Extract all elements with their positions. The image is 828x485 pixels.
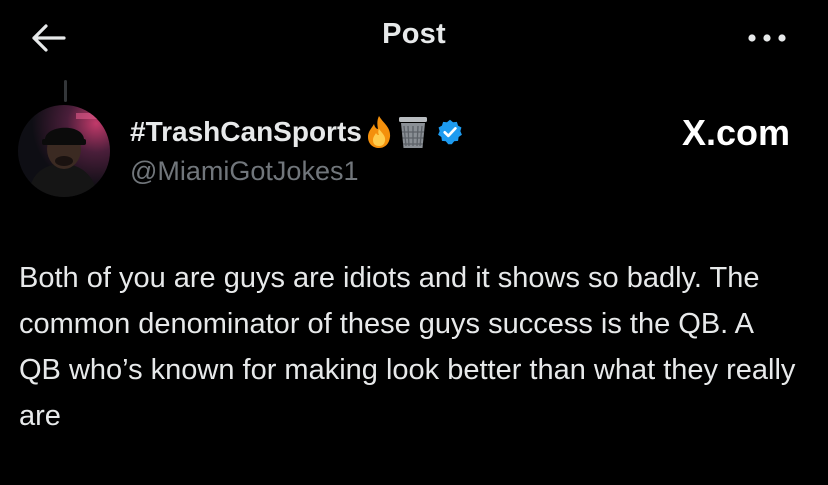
source-watermark: X.com (681, 112, 790, 153)
author-name-row: #TrashCanSports (130, 112, 464, 152)
post-author: #TrashCanSports @MiamiGotJokes1 (130, 112, 464, 187)
more-options-button[interactable] (742, 24, 792, 52)
fire-emoji-icon (365, 115, 393, 149)
post-body-text: Both of you are guys are idiots and it s… (19, 262, 796, 432)
thread-connector-line (64, 80, 67, 102)
author-handle[interactable]: @MiamiGotJokes1 (130, 156, 464, 187)
top-bar: Post (0, 0, 828, 75)
author-display-name[interactable]: #TrashCanSports (130, 116, 362, 148)
page-title: Post (382, 18, 446, 50)
verified-badge-icon[interactable] (436, 118, 464, 146)
wastebasket-emoji-icon (396, 114, 430, 150)
avatar-image (18, 105, 110, 197)
more-horizontal-icon (748, 34, 786, 42)
avatar[interactable] (18, 105, 110, 197)
